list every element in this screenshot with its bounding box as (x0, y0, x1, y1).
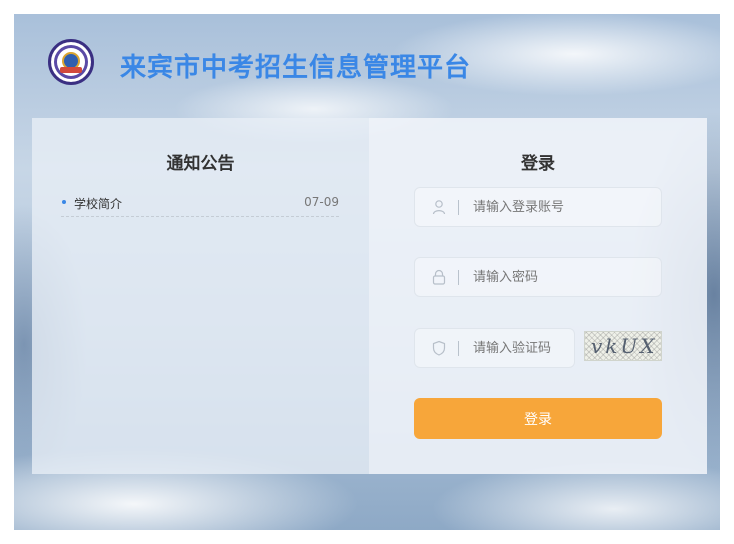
school-emblem-icon (48, 39, 94, 85)
shield-icon (432, 340, 446, 356)
account-input[interactable] (473, 188, 653, 226)
login-panel: 登录 vkUX 登录 (369, 118, 707, 474)
site-title: 来宾市中考招生信息管理平台 (120, 53, 472, 83)
notice-heading: 通知公告 (166, 154, 235, 174)
captcha-text: vkUX (591, 334, 658, 358)
field-separator (458, 341, 459, 356)
notice-date: 07-09 (304, 195, 339, 209)
login-button[interactable]: 登录 (414, 398, 662, 439)
account-field[interactable] (414, 187, 662, 227)
emblem-book (60, 67, 82, 73)
captcha-image[interactable]: vkUX (584, 331, 662, 361)
field-separator (458, 200, 459, 215)
user-icon (432, 200, 446, 215)
login-heading: 登录 (521, 154, 555, 174)
lock-icon (432, 269, 446, 285)
captcha-field[interactable] (414, 328, 575, 368)
password-input[interactable] (473, 258, 653, 296)
notice-title[interactable]: 学校简介 (74, 195, 122, 212)
password-field[interactable] (414, 257, 662, 297)
captcha-input[interactable] (473, 329, 571, 367)
bullet-icon (62, 200, 66, 204)
field-separator (458, 270, 459, 285)
notice-panel: 通知公告 学校简介 07-09 (32, 118, 369, 474)
notice-list-item[interactable]: 学校简介 07-09 (61, 193, 339, 217)
main-panel: 通知公告 学校简介 07-09 登录 请输入登录账号 请输入验证码 vkUX 登… (32, 118, 707, 474)
